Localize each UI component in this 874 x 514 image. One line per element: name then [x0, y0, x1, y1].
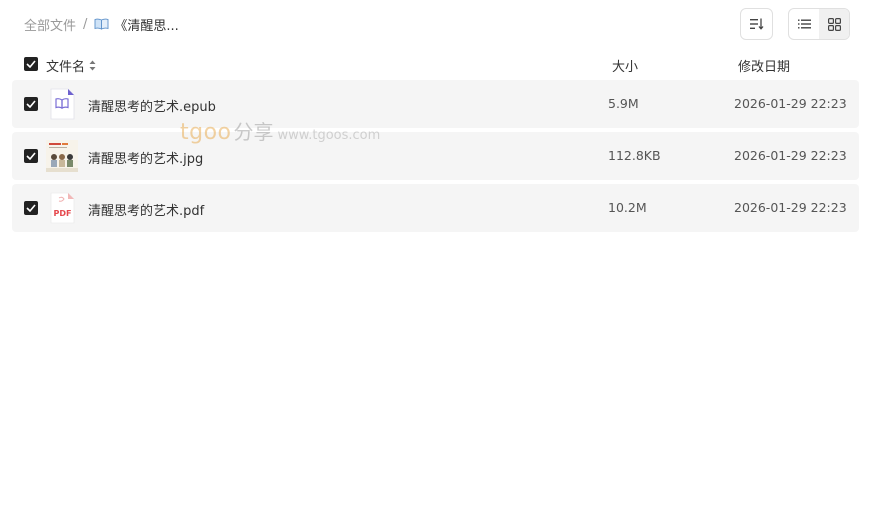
file-date: 2026-01-29 22:23 — [734, 148, 847, 163]
file-browser: 全部文件 / 《清醒思... 文件名 大小 修改日期 清醒思考的艺术.epub … — [0, 0, 874, 514]
sort-lines-icon — [749, 18, 763, 30]
sort-caret-icon — [89, 60, 96, 71]
select-all-checkbox[interactable] — [24, 57, 38, 71]
row-checkbox[interactable] — [24, 97, 38, 111]
sort-button[interactable] — [740, 8, 773, 40]
header-size[interactable]: 大小 — [612, 56, 638, 75]
pdf-file-icon: PDF — [50, 192, 75, 224]
epub-file-icon — [50, 88, 75, 120]
list-view-icon — [797, 19, 811, 29]
file-size: 10.2M — [608, 200, 647, 215]
breadcrumb-separator: / — [83, 16, 88, 32]
file-row[interactable]: 清醒思考的艺术.jpg 112.8KB 2026-01-29 22:23 — [12, 132, 859, 180]
checkmark-icon — [26, 100, 36, 108]
file-row[interactable]: 清醒思考的艺术.epub 5.9M 2026-01-29 22:23 — [12, 80, 859, 128]
open-book-icon — [94, 18, 109, 30]
file-name[interactable]: 清醒思考的艺术.epub — [88, 96, 216, 115]
file-date: 2026-01-29 22:23 — [734, 200, 847, 215]
file-size: 112.8KB — [608, 148, 661, 163]
view-toggle — [788, 8, 850, 40]
grid-view-icon — [827, 17, 841, 31]
checkmark-icon — [26, 204, 36, 212]
header-name-label: 文件名 — [46, 60, 86, 75]
pdf-badge-text: PDF — [54, 209, 72, 218]
file-date: 2026-01-29 22:23 — [734, 96, 847, 111]
checkmark-icon — [26, 60, 36, 68]
table-header: 文件名 大小 修改日期 — [12, 52, 859, 76]
header-name[interactable]: 文件名 — [46, 56, 96, 75]
image-thumbnail — [46, 140, 78, 172]
file-name[interactable]: 清醒思考的艺术.jpg — [88, 148, 203, 167]
breadcrumb-root[interactable]: 全部文件 — [24, 15, 76, 34]
list-view-button[interactable] — [789, 9, 819, 39]
row-checkbox[interactable] — [24, 201, 38, 215]
header-date[interactable]: 修改日期 — [738, 56, 790, 75]
file-size: 5.9M — [608, 96, 639, 111]
breadcrumb: 全部文件 / 《清醒思... — [24, 14, 179, 34]
checkmark-icon — [26, 152, 36, 160]
file-row[interactable]: PDF 清醒思考的艺术.pdf 10.2M 2026-01-29 22:23 — [12, 184, 859, 232]
grid-view-button[interactable] — [819, 9, 849, 39]
file-name[interactable]: 清醒思考的艺术.pdf — [88, 200, 204, 219]
breadcrumb-current[interactable]: 《清醒思... — [114, 15, 178, 34]
row-checkbox[interactable] — [24, 149, 38, 163]
